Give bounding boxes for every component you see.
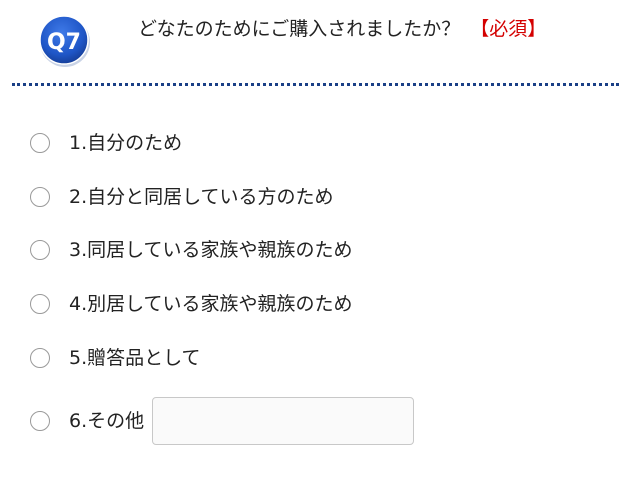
dotted-divider xyxy=(12,83,619,86)
option-1[interactable]: 1.自分のため xyxy=(30,128,182,158)
survey-page: Q7 どなたのためにご購入されましたか？ 【必須】 1.自分のため 2.自分と同居… xyxy=(0,0,619,478)
option-label: 6.その他 xyxy=(69,410,145,432)
option-label: 2.自分と同居している方のため xyxy=(69,186,334,208)
option-label: 4.別居している家族や親族のため xyxy=(69,293,353,315)
question-header: Q7 どなたのためにご購入されましたか？ 【必須】 xyxy=(0,0,619,84)
option-6[interactable]: 6.その他 xyxy=(30,397,415,445)
option-3[interactable]: 3.同居している家族や親族のため xyxy=(30,235,353,265)
question-title: どなたのためにご購入されましたか？ 【必須】 xyxy=(138,16,546,42)
radio-button[interactable] xyxy=(30,240,50,260)
radio-button[interactable] xyxy=(30,411,50,431)
option-5[interactable]: 5.贈答品として xyxy=(30,343,201,373)
option-label: 5.贈答品として xyxy=(69,347,201,369)
question-text: どなたのためにご購入されましたか？ xyxy=(138,18,461,40)
radio-button[interactable] xyxy=(30,187,50,207)
badge-text: Q7 xyxy=(47,30,81,55)
radio-button[interactable] xyxy=(30,294,50,314)
option-4[interactable]: 4.別居している家族や親族のため xyxy=(30,289,353,319)
option-label: 3.同居している家族や親族のため xyxy=(69,239,353,261)
question-number-badge: Q7 xyxy=(39,15,90,67)
radio-button[interactable] xyxy=(30,133,50,153)
required-label: 【必須】 xyxy=(470,18,547,40)
other-text-input[interactable] xyxy=(152,397,415,445)
option-label: 1.自分のため xyxy=(69,132,183,154)
option-2[interactable]: 2.自分と同居している方のため xyxy=(30,182,334,212)
radio-button[interactable] xyxy=(30,348,50,368)
